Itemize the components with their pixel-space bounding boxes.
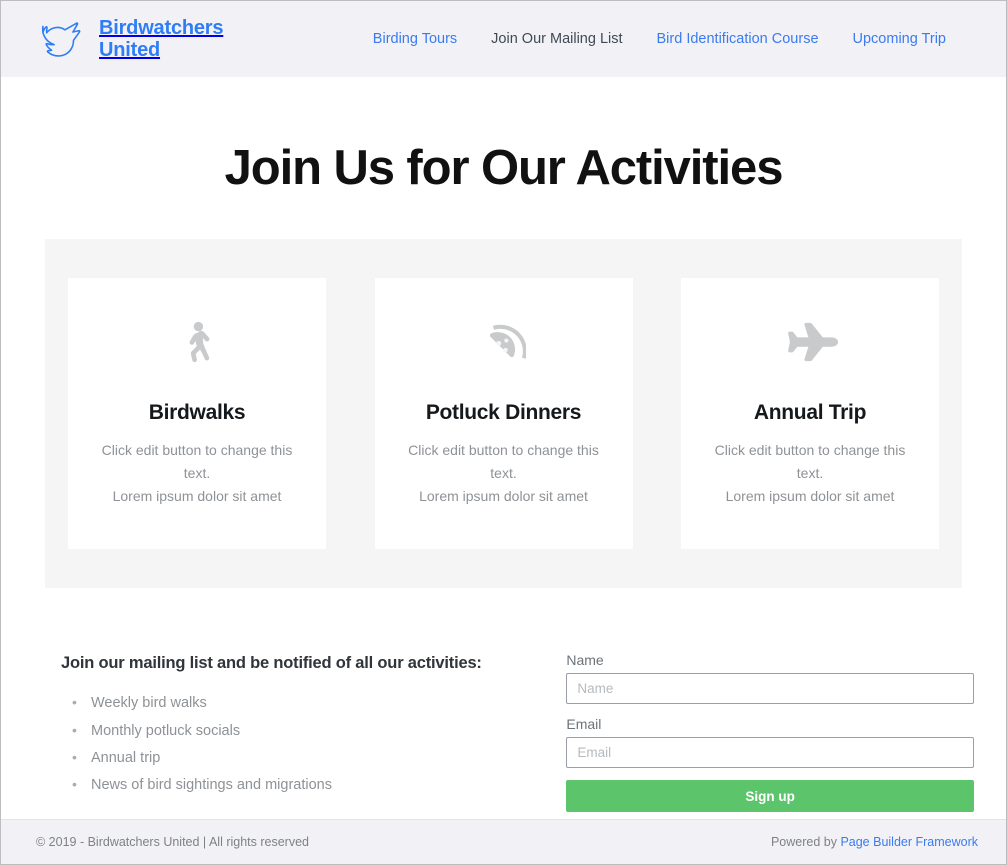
site-footer: © 2019 - Birdwatchers United | All right… <box>1 819 1006 864</box>
footer-powered-by: Powered by Page Builder Framework <box>771 835 978 849</box>
site-header: Birdwatchers United Birding Tours Join O… <box>1 1 1006 77</box>
activity-card-text-line1: Click edit button to change this text. <box>714 442 906 482</box>
mailing-list-heading: Join our mailing list and be notified of… <box>61 654 482 673</box>
dove-icon <box>33 13 89 65</box>
page-root: Birdwatchers United Birding Tours Join O… <box>0 0 1007 865</box>
nav-link-upcoming-trip[interactable]: Upcoming Trip <box>853 31 946 47</box>
email-field-label: Email <box>566 716 602 733</box>
activity-card-title: Annual Trip <box>753 401 867 425</box>
airplane-icon <box>701 316 919 368</box>
mailing-list-form: Name Email Sign up <box>566 652 974 813</box>
name-field-label: Name <box>566 652 604 669</box>
activity-card-text-line2: Lorem ipsum dolor sit amet <box>725 487 895 504</box>
benefit-list: Weekly bird walks Monthly potluck social… <box>61 692 518 796</box>
mailing-list-section: Join our mailing list and be notified of… <box>1 588 1006 813</box>
brand-logo-link[interactable]: Birdwatchers United <box>33 13 224 65</box>
list-item: News of bird sightings and migrations <box>61 774 518 796</box>
activity-card-text-line1: Click edit button to change this text. <box>101 442 293 482</box>
walking-person-icon <box>88 316 306 368</box>
brand-name: Birdwatchers United <box>99 16 224 61</box>
nav-link-join-our-mailing-list[interactable]: Join Our Mailing List <box>491 31 622 47</box>
activity-card-text-line2: Lorem ipsum dolor sit amet <box>112 487 282 504</box>
list-item: Weekly bird walks <box>61 692 518 714</box>
footer-powered-by-link[interactable]: Page Builder Framework <box>840 835 978 849</box>
list-item: Monthly potluck socials <box>61 720 518 742</box>
mailing-list-copy: Join our mailing list and be notified of… <box>61 652 518 812</box>
nav-link-bird-identification-course[interactable]: Bird Identification Course <box>657 31 819 47</box>
activity-card-annual-trip[interactable]: Annual Trip Click edit button to change … <box>681 278 939 550</box>
activity-card-text-line1: Click edit button to change this text. <box>408 442 599 482</box>
sign-up-button[interactable]: Sign up <box>566 780 974 813</box>
activity-card-birdwalks[interactable]: Birdwalks Click edit button to change th… <box>68 278 326 550</box>
name-input[interactable] <box>566 673 974 705</box>
activity-card-potluck-dinners[interactable]: Potluck Dinners Click edit button to cha… <box>374 278 633 550</box>
email-input[interactable] <box>566 737 974 769</box>
activities-section: Birdwalks Click edit button to change th… <box>45 239 962 589</box>
activity-card-title: Birdwalks <box>148 401 246 425</box>
main-navigation: Birding Tours Join Our Mailing List Bird… <box>373 31 978 47</box>
footer-copyright: © 2019 - Birdwatchers United | All right… <box>36 835 309 849</box>
page-title: Join Us for Our Activities <box>224 141 784 195</box>
pizza-slice-icon <box>395 316 613 368</box>
activity-card-text-line2: Lorem ipsum dolor sit amet <box>419 487 588 504</box>
activity-card-title: Potluck Dinners <box>425 401 582 425</box>
nav-link-birding-tours[interactable]: Birding Tours <box>373 31 457 47</box>
list-item: Annual trip <box>61 747 518 769</box>
footer-powered-by-prefix: Powered by <box>770 835 841 849</box>
